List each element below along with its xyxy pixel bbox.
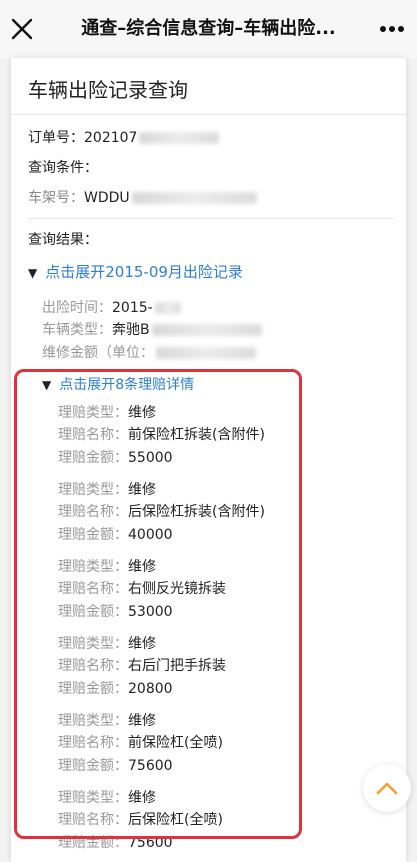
record-amount-label: 维修金额（单位： (42, 345, 154, 361)
claim-name-row: 理赔名称：后保险杠拆装(含附件) (58, 501, 265, 521)
claim-type-row: 理赔类型：维修 (58, 787, 156, 807)
claim-amount-row: 理赔金额：55000 (58, 447, 173, 467)
record-vehicle-label: 车辆类型： (42, 322, 112, 338)
condition-label: 查询条件： (28, 160, 98, 176)
claim-amount-value: 55000 (128, 450, 173, 466)
claim-amount-value: 40000 (128, 527, 173, 543)
claim-type-label: 理赔类型： (58, 790, 128, 806)
redacted-blur (139, 132, 220, 144)
claim-type-row: 理赔类型：维修 (58, 479, 156, 499)
claim-amount-label: 理赔金额： (58, 450, 128, 466)
claim-amount-value: 20800 (128, 681, 173, 697)
record-time-value: 2015- (112, 300, 153, 316)
scroll-top-button[interactable] (363, 764, 411, 812)
claim-name-label: 理赔名称： (58, 658, 128, 674)
claim-name-value: 前保险杠拆装(含附件) (128, 427, 265, 443)
redacted-blur (156, 347, 256, 359)
claim-type-label: 理赔类型： (58, 713, 128, 729)
claim-name-value: 右后门把手拆装 (128, 658, 226, 674)
claim-name-row: 理赔名称：后保险杠(全喷) (58, 809, 223, 829)
claim-amount-value: 53000 (128, 604, 173, 620)
redacted-blur (151, 324, 262, 336)
redacted-blur (131, 192, 257, 204)
claim-type-value: 维修 (128, 713, 156, 729)
claim-name-label: 理赔名称： (58, 427, 128, 443)
claim-name-label: 理赔名称： (58, 504, 128, 520)
record-time-row: 出险时间：2015- (42, 297, 181, 317)
claim-type-value: 维修 (128, 559, 156, 575)
claims-toggle-label: 点击展开8条理赔详情 (59, 377, 195, 393)
record-amount-row: 维修金额（单位： (42, 342, 256, 362)
claim-name-value: 后保险杠拆装(含附件) (128, 504, 265, 520)
claim-name-label: 理赔名称： (58, 581, 128, 597)
vin-row: 车架号：WDDU (28, 187, 257, 207)
claim-name-row: 理赔名称：前保险杠(全喷) (58, 732, 223, 752)
claims-toggle[interactable]: ▼ 点击展开8条理赔详情 (42, 374, 194, 394)
divider (11, 114, 406, 115)
card-title: 车辆出险记录查询 (28, 78, 188, 102)
claim-name-value: 后保险杠(全喷) (128, 812, 223, 828)
record-toggle[interactable]: ▼ 点击展开2015-09月出险记录 (28, 261, 243, 282)
order-value: 202107 (84, 130, 138, 146)
order-row: 订单号：202107 (28, 127, 220, 147)
vin-label: 车架号： (28, 190, 84, 206)
claim-amount-label: 理赔金额： (58, 681, 128, 697)
claim-amount-row: 理赔金额：53000 (58, 601, 173, 621)
claim-name-label: 理赔名称： (58, 735, 128, 751)
record-time-label: 出险时间： (42, 300, 112, 316)
claim-type-label: 理赔类型： (58, 559, 128, 575)
claim-type-label: 理赔类型： (58, 482, 128, 498)
claim-name-value: 右侧反光镜拆装 (128, 581, 226, 597)
triangle-down-icon: ▼ (42, 378, 52, 392)
triangle-down-icon: ▼ (28, 266, 38, 280)
result-row: 查询结果： (28, 229, 98, 249)
page-title: 通查–综合信息查询–车辆出险... (81, 18, 336, 39)
claim-amount-row: 理赔金额：40000 (58, 524, 173, 544)
claim-amount-label: 理赔金额： (58, 527, 128, 543)
close-icon[interactable] (8, 15, 36, 43)
claim-type-row: 理赔类型：维修 (58, 633, 156, 653)
claim-amount-label: 理赔金额： (58, 835, 128, 851)
claim-type-value: 维修 (128, 405, 156, 421)
claim-type-label: 理赔类型： (58, 636, 128, 652)
claim-amount-row: 理赔金额：75600 (58, 832, 173, 852)
claim-type-row: 理赔类型：维修 (58, 710, 156, 730)
record-toggle-label: 点击展开2015-09月出险记录 (45, 263, 243, 281)
result-label: 查询结果： (28, 232, 98, 248)
result-card: 车辆出险记录查询 订单号：202107 查询条件： 车架号：WDDU 查询结果：… (11, 58, 406, 862)
order-label: 订单号： (28, 130, 84, 146)
claim-name-row: 理赔名称：右后门把手拆装 (58, 655, 226, 675)
claim-name-label: 理赔名称： (58, 812, 128, 828)
claim-amount-row: 理赔金额：20800 (58, 678, 173, 698)
claim-name-value: 前保险杠(全喷) (128, 735, 223, 751)
redacted-blur (154, 302, 181, 314)
claim-type-value: 维修 (128, 482, 156, 498)
claim-amount-label: 理赔金额： (58, 758, 128, 774)
claim-type-row: 理赔类型：维修 (58, 402, 156, 422)
claim-type-row: 理赔类型：维修 (58, 556, 156, 576)
claim-type-value: 维修 (128, 790, 156, 806)
top-bar: 通查–综合信息查询–车辆出险... (0, 0, 417, 58)
claim-name-row: 理赔名称：前保险杠拆装(含附件) (58, 424, 265, 444)
record-vehicle-value: 奔驰B (112, 322, 150, 338)
divider (28, 218, 394, 219)
more-icon[interactable] (377, 17, 407, 41)
claim-amount-row: 理赔金额：75600 (58, 755, 173, 775)
claim-amount-value: 75600 (128, 835, 173, 851)
claim-amount-value: 75600 (128, 758, 173, 774)
claim-type-label: 理赔类型： (58, 405, 128, 421)
record-vehicle-row: 车辆类型：奔驰B (42, 319, 262, 339)
condition-row: 查询条件： (28, 157, 98, 177)
vin-value: WDDU (84, 190, 130, 206)
claim-amount-label: 理赔金额： (58, 604, 128, 620)
claim-name-row: 理赔名称：右侧反光镜拆装 (58, 578, 226, 598)
chevron-up-icon (376, 782, 398, 795)
claim-type-value: 维修 (128, 636, 156, 652)
